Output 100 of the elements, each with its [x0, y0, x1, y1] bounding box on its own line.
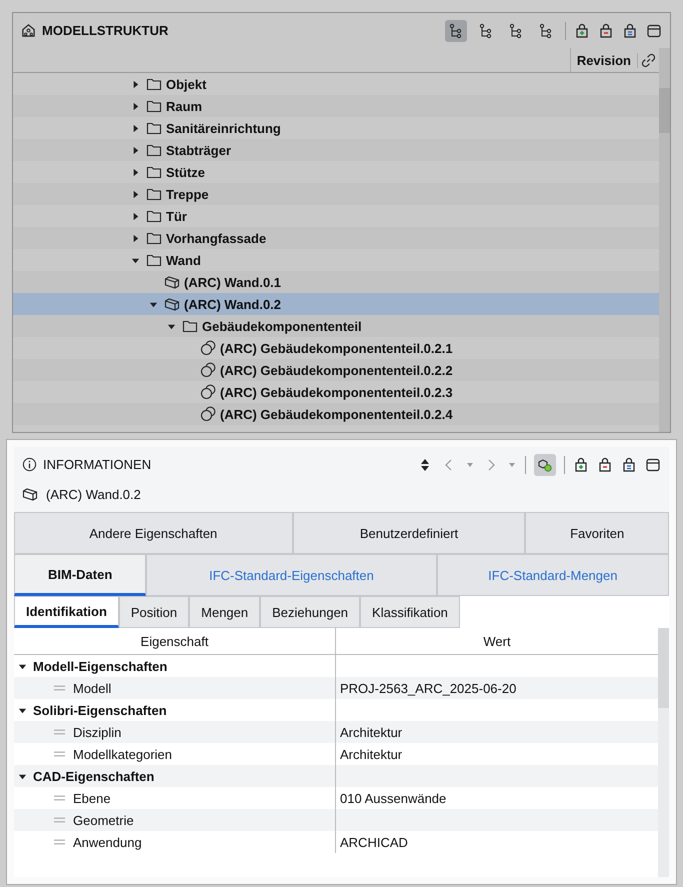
expand-arrow-icon[interactable] [18, 772, 27, 780]
column-header[interactable]: Wert [336, 628, 658, 654]
basket-add-icon[interactable] [573, 456, 589, 472]
collapse-arrow-icon[interactable] [131, 124, 140, 132]
column-header[interactable]: Revision [570, 48, 637, 72]
hierarchy-icon [538, 22, 554, 38]
hierarchy-icon [508, 22, 524, 38]
rings-icon [200, 340, 216, 356]
drag-handle-icon[interactable] [54, 795, 65, 801]
property-name: Modell [73, 680, 112, 696]
tab[interactable]: BIM-Daten [14, 554, 146, 596]
folder-icon [146, 142, 162, 158]
tree-item[interactable]: Stabträger [166, 142, 232, 158]
folder-icon [182, 318, 198, 334]
property-value: PROJ-2563_ARC_2025-06-20 [340, 680, 516, 696]
tree-item[interactable]: Stütze [166, 164, 205, 180]
tree-item[interactable]: Objekt [166, 76, 206, 92]
collapse-arrow-icon[interactable] [131, 234, 140, 242]
folder-icon [146, 120, 162, 136]
collapse-arrow-icon[interactable] [131, 80, 140, 88]
tree-item[interactable]: Raum [166, 98, 202, 114]
collapse-arrow-icon[interactable] [131, 102, 140, 110]
column-header[interactable]: Eigenschaft [14, 628, 336, 654]
tab[interactable]: Klassifikation [360, 596, 460, 628]
folder-icon [146, 98, 162, 114]
property-name: Geometrie [73, 812, 134, 828]
property-value: 010 Aussenwände [340, 790, 446, 806]
expand-arrow-icon[interactable] [131, 256, 140, 264]
tab[interactable]: Position [118, 596, 190, 628]
group-name: Modell-Eigenschaften [33, 658, 168, 674]
tree-item[interactable]: Gebäudekomponententeil [202, 318, 362, 334]
tree-item[interactable]: Vorhangfassade [166, 230, 266, 246]
tree-item[interactable]: Treppe [166, 186, 209, 202]
tree-item[interactable]: (ARC) Gebäudekomponententeil.0.2.1 [220, 340, 453, 356]
tree-view-button[interactable] [445, 20, 467, 42]
collapse-arrow-icon[interactable] [131, 146, 140, 154]
expand-arrow-icon[interactable] [18, 662, 27, 670]
property-value: Architektur [340, 746, 402, 762]
rings-icon [200, 384, 216, 400]
collapse-arrow-icon[interactable] [131, 190, 140, 198]
property-value: ARCHICAD [340, 834, 408, 850]
tree-item[interactable]: Sanitäreinrichtung [166, 120, 281, 136]
basket-remove-icon[interactable] [598, 22, 614, 38]
tab[interactable]: Benutzerdefiniert [292, 512, 526, 554]
tree-item[interactable]: Tür [166, 208, 187, 224]
tab[interactable]: Beziehungen [260, 596, 360, 628]
property-name: Disziplin [73, 724, 122, 740]
model-structure-icon [21, 23, 36, 38]
drag-handle-icon[interactable] [54, 729, 65, 735]
tree-item[interactable]: (ARC) Wand.0.2 [184, 296, 282, 312]
folder-icon [146, 76, 162, 92]
property-value: Architektur [340, 724, 402, 740]
selection-filter-button[interactable] [534, 454, 556, 476]
wall-icon [164, 296, 180, 312]
scrollbar-thumb[interactable] [658, 628, 669, 708]
folder-icon [146, 252, 162, 268]
wall-icon [164, 274, 180, 290]
rings-icon [200, 406, 216, 422]
expand-arrow-icon[interactable] [18, 706, 27, 714]
drag-handle-icon[interactable] [54, 839, 65, 845]
group-name: CAD-Eigenschaften [33, 768, 154, 784]
group-name: Solibri-Eigenschaften [33, 702, 167, 718]
tree-item[interactable]: (ARC) Wand.0.1 [184, 274, 282, 290]
object-name: (ARC) Wand.0.2 [46, 486, 141, 502]
drag-handle-icon[interactable] [54, 751, 65, 757]
collapse-arrow-icon[interactable] [131, 168, 140, 176]
folder-icon [146, 164, 162, 180]
expand-arrow-icon[interactable] [149, 300, 158, 308]
window-icon[interactable] [646, 22, 662, 38]
property-name: Ebene [73, 790, 111, 806]
cubes-icon [537, 456, 553, 472]
tab[interactable]: IFC-Standard-Eigenschaften [146, 554, 437, 596]
basket-set-icon[interactable] [622, 22, 638, 38]
tab[interactable]: Identifikation [14, 596, 119, 628]
property-name: Anwendung [73, 834, 142, 850]
hierarchy-icon [448, 22, 464, 38]
rings-icon [200, 362, 216, 378]
folder-icon [146, 186, 162, 202]
tree-item[interactable]: Wand [166, 252, 201, 268]
drag-handle-icon[interactable] [54, 685, 65, 691]
info-icon [22, 457, 37, 472]
collapse-arrow-icon[interactable] [131, 212, 140, 220]
window-icon[interactable] [645, 456, 661, 472]
basket-remove-icon[interactable] [597, 456, 613, 472]
tree-item[interactable]: (ARC) Gebäudekomponententeil.0.2.3 [220, 384, 453, 400]
folder-icon [146, 208, 162, 224]
tab[interactable]: IFC-Standard-Mengen [436, 554, 669, 596]
expand-arrow-icon[interactable] [167, 322, 176, 330]
basket-set-icon[interactable] [621, 456, 637, 472]
basket-add-icon[interactable] [574, 22, 590, 38]
scrollbar-thumb[interactable] [659, 88, 670, 133]
property-name: Modellkategorien [73, 746, 172, 762]
tab[interactable]: Mengen [189, 596, 260, 628]
folder-icon [146, 230, 162, 246]
panel-title: MODELLSTRUKTUR [42, 23, 168, 38]
panel-title: INFORMATIONEN [43, 457, 152, 472]
tab[interactable]: Andere Eigenschaften [14, 512, 293, 554]
tab[interactable]: Favoriten [525, 512, 669, 554]
hierarchy-icon [478, 22, 494, 38]
drag-handle-icon[interactable] [54, 817, 65, 823]
